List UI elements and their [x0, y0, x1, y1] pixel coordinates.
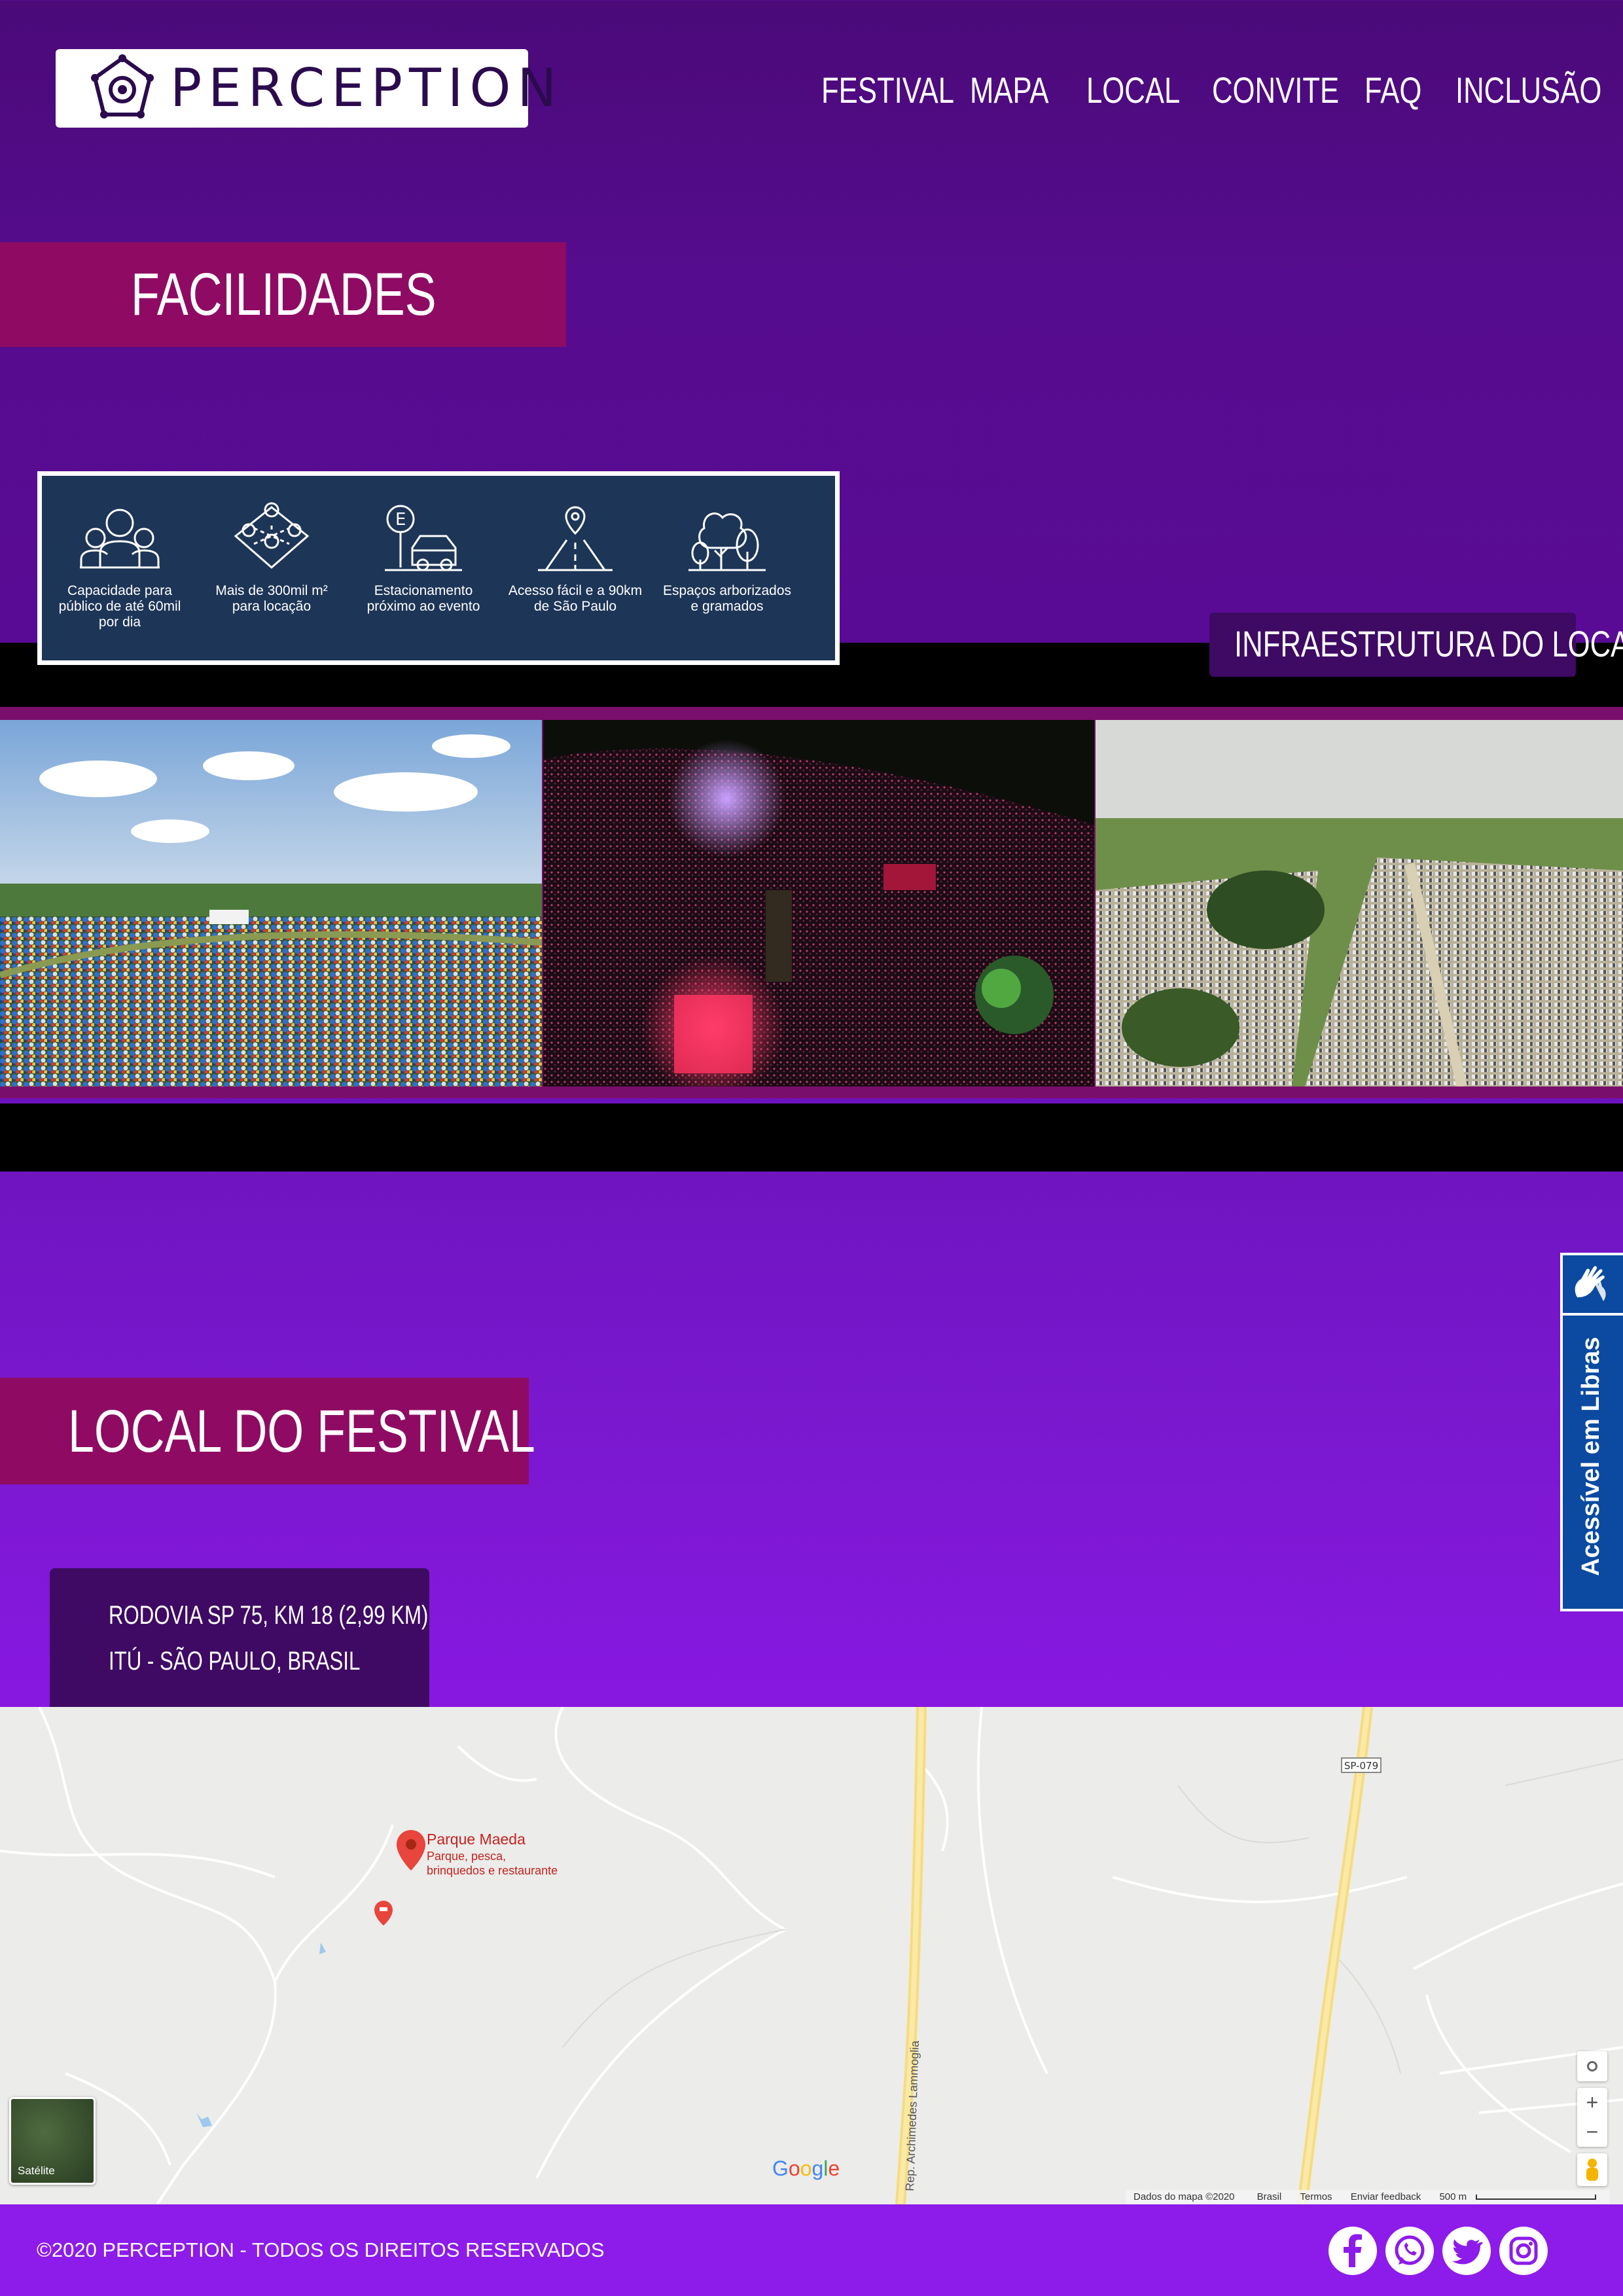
nav-local[interactable]: LOCAL: [1086, 71, 1180, 110]
infrastructure-tag-label: INFRAESTRUTURA DO LOCAL: [1234, 623, 1623, 664]
my-location-button[interactable]: [1577, 2051, 1607, 2081]
facility-label: Capacidade para público de até 60mil por…: [58, 583, 181, 630]
address-box: RODOVIA SP 75, KM 18 (2,99 KM) ITÚ - SÃO…: [50, 1568, 429, 1707]
photo-night-stage-crowd[interactable]: [543, 720, 1094, 1086]
satellite-toggle[interactable]: Satélite: [9, 2097, 96, 2185]
facilities-title: FACILIDADES: [131, 261, 437, 328]
map-canvas[interactable]: SP-079 Parque Maeda Parque, pesca, brinq…: [0, 1707, 1623, 2204]
map-country: Brasil: [1257, 2191, 1282, 2202]
zoom-in-button[interactable]: +: [1577, 2088, 1607, 2117]
street-view-pegman[interactable]: [1577, 2153, 1607, 2186]
svg-text:E: E: [395, 510, 406, 529]
place-name: Parque Maeda: [427, 1831, 526, 1848]
libras-accessibility-tab[interactable]: Acessível em Libras: [1560, 1253, 1623, 1611]
facilities-box: Capacidade para público de até 60mil por…: [37, 471, 840, 665]
map-feedback-link[interactable]: Enviar feedback: [1351, 2191, 1421, 2202]
logo[interactable]: PERCEPTION: [56, 49, 556, 128]
whatsapp-link[interactable]: [1385, 2227, 1434, 2275]
map-scale: 500 m: [1439, 2191, 1467, 2202]
nav-inclusao[interactable]: INCLUSÃO: [1455, 71, 1601, 110]
facebook-icon: [1344, 2234, 1362, 2267]
facility-trees: Espaços arborizados e gramados: [658, 502, 796, 615]
libras-label: Acessível em Libras: [1577, 1336, 1605, 1576]
photo-gallery: [0, 707, 1623, 1098]
hotel-pin-icon: [374, 1901, 393, 1926]
map-attribution: Dados do mapa ©2020: [1133, 2191, 1235, 2202]
black-band-bottom: [0, 1103, 1623, 1172]
parking-car-icon: E: [385, 505, 462, 571]
photo-camping-tents[interactable]: [0, 720, 542, 1086]
map-terms-link[interactable]: Termos: [1300, 2191, 1332, 2202]
nav-convite[interactable]: CONVITE: [1212, 71, 1339, 110]
copyright-text: ©2020 PERCEPTION - TODOS OS DIREITOS RES…: [37, 2238, 605, 2261]
map-attribution-bar: Dados do mapa ©2020 Brasil Termos Enviar…: [1126, 2190, 1610, 2204]
facility-label: Estacionamento próximo ao evento: [366, 583, 480, 614]
address-line-2: ITÚ - SÃO PAULO, BRASIL: [109, 1647, 361, 1676]
trees-icon: [688, 512, 766, 571]
location-title-banner: LOCAL DO FESTIVAL: [0, 1378, 535, 1484]
facility-label: Mais de 300mil m² para locação: [215, 583, 328, 614]
facility-access: Acesso fácil e a 90km de São Paulo: [507, 502, 644, 615]
instagram-icon: [1509, 2236, 1538, 2265]
location-title: LOCAL DO FESTIVAL: [68, 1398, 535, 1465]
address-line-1: RODOVIA SP 75, KM 18 (2,99 KM): [109, 1601, 429, 1630]
twitter-link[interactable]: [1442, 2227, 1491, 2275]
logo-text: PERCEPTION: [170, 58, 563, 118]
footer: ©2020 PERCEPTION - TODOS OS DIREITOS RES…: [0, 2204, 1623, 2296]
locate-icon: [1587, 2061, 1597, 2072]
zoom-controls: + −: [1577, 2088, 1607, 2147]
nav-mapa[interactable]: MAPA: [970, 71, 1049, 110]
satellite-label: Satélite: [18, 2164, 55, 2177]
road-location-icon: [538, 506, 613, 571]
zoom-out-button[interactable]: −: [1577, 2117, 1607, 2147]
people-icon: [80, 509, 160, 569]
facility-label: Acesso fácil e a 90km de São Paulo: [508, 583, 643, 614]
google-logo: Google: [772, 2157, 840, 2180]
infrastructure-tag: INFRAESTRUTURA DO LOCAL: [1209, 613, 1623, 677]
facility-label: Espaços arborizados e gramados: [662, 583, 792, 614]
map-pin-icon: [397, 1830, 425, 1871]
map-pin-area-icon: [234, 502, 310, 569]
place-desc-2: brinquedos e restaurante: [427, 1864, 558, 1877]
facebook-link[interactable]: [1329, 2227, 1377, 2275]
instagram-link[interactable]: [1499, 2227, 1548, 2275]
nav-festival[interactable]: FESTIVAL: [821, 71, 954, 110]
road-shield-label: SP-079: [1344, 1760, 1378, 1772]
facility-parking: E Estacionamento próximo ao evento: [355, 502, 492, 615]
twitter-icon: [1452, 2239, 1483, 2265]
embedded-map[interactable]: SP-079 Parque Maeda Parque, pesca, brinq…: [0, 1707, 1623, 2204]
whatsapp-icon: [1395, 2235, 1425, 2265]
pegman-icon: [1588, 2159, 1597, 2168]
place-desc-1: Parque, pesca,: [427, 1850, 506, 1863]
facility-capacity: Capacidade para público de até 60mil por…: [51, 502, 188, 630]
photo-parking-lot[interactable]: [1096, 720, 1623, 1086]
logo-mark-icon: [91, 54, 154, 118]
sign-language-hands-icon: [1575, 1266, 1606, 1301]
facilities-title-banner: FACILIDADES: [0, 242, 566, 347]
nav-faq[interactable]: FAQ: [1364, 71, 1421, 110]
facility-area: Mais de 300mil m² para locação: [203, 502, 340, 615]
map-scale-bar: [1476, 2195, 1597, 2200]
